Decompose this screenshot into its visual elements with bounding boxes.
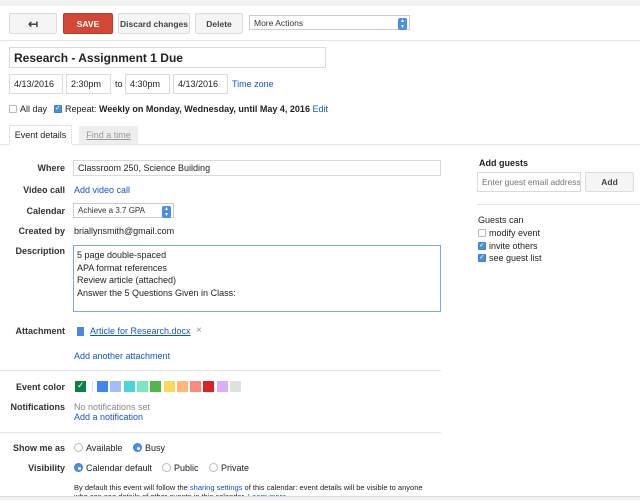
color-swatch[interactable] — [150, 381, 162, 392]
where-label: Where — [37, 163, 65, 173]
repeat-checkbox[interactable] — [54, 104, 62, 113]
color-swatch[interactable] — [163, 381, 175, 392]
created-by-label: Created by — [18, 226, 65, 236]
no-notifications-text: No notifications set — [74, 402, 151, 412]
guests-can-title: Guests can — [478, 215, 524, 225]
tabs-divider — [0, 144, 640, 145]
end-date-input[interactable]: 4/13/2016 — [173, 74, 228, 94]
add-attachment-link[interactable]: Add another attachment — [74, 351, 170, 361]
add-notification-link[interactable]: Add a notification — [74, 412, 143, 422]
event-title-input[interactable]: Research - Assignment 1 Due — [9, 47, 326, 68]
note-text: of this calendar: event details will be … — [242, 483, 423, 492]
public-radio[interactable] — [162, 463, 171, 472]
attachment-link[interactable]: Article for Research.docx — [90, 326, 191, 336]
end-time-input[interactable]: 4:30pm — [125, 74, 170, 94]
color-swatch[interactable] — [216, 381, 228, 392]
back-button[interactable]: ↤ — [9, 13, 57, 34]
chevron-updown-icon: ▴ ▾ — [398, 18, 407, 30]
where-input[interactable]: Classroom 250, Science Building — [73, 160, 441, 176]
delete-button[interactable]: Delete — [195, 13, 243, 34]
guest-email-input[interactable] — [477, 172, 581, 192]
guest-permission-checkbox[interactable] — [478, 229, 486, 237]
to-label: to — [115, 79, 123, 89]
busy-radio[interactable] — [133, 443, 142, 452]
available-label: Available — [86, 443, 123, 453]
start-date-input[interactable]: 4/13/2016 — [9, 74, 63, 94]
event-color-label: Event color — [15, 382, 65, 392]
bottom-strip — [0, 496, 640, 500]
description-label: Description — [15, 246, 65, 256]
color-swatch[interactable] — [230, 381, 241, 392]
private-label: Private — [221, 463, 250, 473]
notifications-label: Notifications — [10, 402, 65, 412]
calendar-value: Achieve a 3.7 GPA — [78, 206, 145, 215]
available-radio[interactable] — [74, 443, 83, 452]
top-strip — [0, 0, 640, 6]
divider — [0, 40, 640, 41]
repeat-summary: Weekly on Monday, Wednesday, until May 4… — [99, 104, 310, 114]
more-actions-label: More Actions — [254, 17, 304, 28]
tab-find-a-time[interactable]: Find a time — [79, 126, 138, 144]
visibility-label: Visibility — [28, 463, 65, 473]
video-call-label: Video call — [23, 185, 65, 195]
divider — [0, 370, 441, 371]
color-swatch[interactable] — [123, 381, 135, 392]
color-swatch[interactable] — [190, 381, 202, 392]
tab-event-details[interactable]: Event details — [9, 125, 72, 145]
save-button[interactable]: SAVE — [63, 13, 113, 34]
calendar-default-radio[interactable] — [74, 463, 83, 472]
repeat-label: Repeat: — [65, 104, 97, 114]
all-day-checkbox[interactable] — [9, 105, 17, 113]
add-guest-button[interactable]: Add — [585, 172, 634, 192]
guest-permission-checkbox[interactable] — [478, 253, 486, 262]
description-textarea[interactable]: 5 page double-spaced APA format referenc… — [73, 245, 441, 312]
document-icon — [77, 327, 84, 336]
created-by-value: briallynsmith@gmail.com — [74, 226, 175, 236]
show-me-as-label: Show me as — [12, 443, 65, 453]
time-zone-link[interactable]: Time zone — [232, 79, 274, 89]
private-radio[interactable] — [209, 463, 218, 472]
remove-attachment-icon[interactable]: × — [196, 325, 202, 336]
sharing-settings-link[interactable]: sharing settings — [190, 483, 243, 492]
divider — [477, 204, 640, 205]
repeat-edit-link[interactable]: Edit — [312, 104, 328, 114]
discard-changes-button[interactable]: Discard changes — [118, 13, 190, 34]
color-swatch[interactable] — [97, 381, 108, 392]
color-swatch[interactable] — [176, 381, 188, 392]
calendar-label: Calendar — [26, 206, 65, 216]
note-text: By default this event will follow the — [74, 483, 190, 492]
calendar-select[interactable]: Achieve a 3.7 GPA ▴ ▾ — [73, 203, 174, 218]
color-swatch[interactable] — [110, 381, 122, 392]
chevron-updown-icon: ▴ ▾ — [162, 206, 171, 218]
all-day-label: All day — [20, 104, 48, 114]
public-label: Public — [174, 463, 199, 473]
check-icon: ✓ — [77, 380, 85, 390]
add-video-call-link[interactable]: Add video call — [74, 185, 130, 195]
add-guests-title: Add guests — [479, 158, 529, 168]
more-actions-select[interactable]: More Actions ▴ ▾ — [249, 15, 410, 30]
guest-permission-label: modify event — [489, 228, 541, 238]
color-swatch[interactable]: ✓ — [75, 380, 86, 392]
guest-permission-label: invite others — [489, 240, 538, 251]
start-time-input[interactable]: 2:30pm — [66, 74, 111, 94]
swatch-separator — [92, 381, 93, 392]
guest-permission-checkbox[interactable] — [478, 241, 486, 250]
color-swatch[interactable] — [136, 381, 148, 392]
attachment-label: Attachment — [15, 326, 65, 336]
busy-label: Busy — [145, 443, 166, 453]
calendar-default-label: Calendar default — [86, 463, 153, 473]
color-swatch[interactable] — [203, 381, 215, 392]
back-arrow-icon: ↤ — [27, 16, 39, 31]
guest-permission-label: see guest list — [489, 253, 542, 263]
divider — [0, 432, 441, 433]
